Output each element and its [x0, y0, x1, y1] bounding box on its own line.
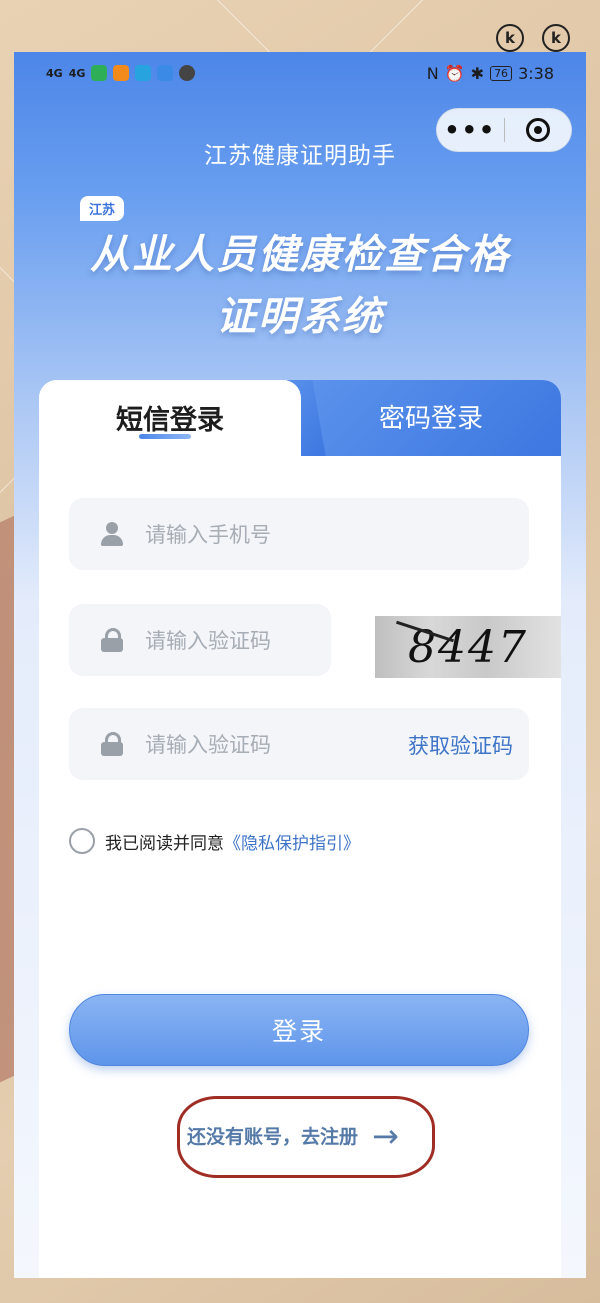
lock-icon [101, 628, 123, 652]
app-notification-icon [135, 65, 152, 81]
tab-password-login[interactable]: 密码登录 [301, 380, 561, 456]
tab-sms-login[interactable]: 短信登录 [39, 380, 301, 456]
tab-label: 短信登录 [116, 405, 224, 436]
arrow-right-icon: → [372, 1116, 399, 1155]
mini-program-capsule: ••• [436, 108, 572, 152]
hero-title: 从业人员健康检查合格 证明系统 [14, 224, 586, 348]
top-badges: k k [496, 24, 570, 52]
register-label: 还没有账号，去注册 [187, 1126, 359, 1148]
person-icon [101, 522, 123, 546]
login-tabs: 密码登录 短信登录 [39, 380, 561, 456]
agree-text: 我已阅读并同意 [105, 833, 224, 854]
privacy-link[interactable]: 《隐私保护指引》 [224, 829, 360, 854]
app-notification-icon [157, 65, 174, 81]
get-code-button[interactable]: 获取验证码 [408, 730, 513, 760]
close-button[interactable] [505, 118, 572, 142]
app-notification-icon [113, 65, 130, 81]
tab-label: 密码登录 [378, 404, 483, 434]
alarm-icon: ⏰ [444, 63, 465, 83]
signal-icon: 4G [68, 66, 86, 80]
signal-icon: 4G [46, 66, 63, 80]
captcha-image[interactable]: 8447 [375, 616, 561, 678]
k-badge-icon: k [496, 24, 524, 52]
sms-code-input[interactable]: 请输入验证码 获取验证码 [69, 708, 529, 780]
login-card: 密码登录 短信登录 请输入手机号 请输入验证码 8447 请输入验证码 获取验证… [39, 380, 561, 1278]
hero-line-2: 证明系统 [216, 294, 384, 340]
sms-placeholder: 请输入验证码 [145, 733, 271, 757]
login-button[interactable]: 登录 [69, 994, 529, 1066]
agree-radio[interactable] [69, 828, 95, 854]
close-circle-icon [525, 118, 550, 142]
agreement-row: 我已阅读并同意 《隐私保护指引》 [69, 828, 360, 854]
captcha-placeholder: 请输入验证码 [145, 629, 271, 653]
status-bar: 4G 4G N ⏰ ✱ 76 3:38 [14, 52, 586, 94]
battery-icon: 76 [490, 65, 513, 81]
title-row: 江苏健康证明助手 ••• [14, 94, 586, 169]
register-link[interactable]: 还没有账号，去注册 → [187, 1116, 399, 1155]
app-notification-icon [179, 65, 196, 81]
k-badge-icon: k [542, 24, 570, 52]
lock-icon [101, 732, 123, 756]
more-button[interactable]: ••• [437, 118, 504, 142]
bluetooth-icon: ✱ [470, 63, 485, 83]
nfc-icon: N [426, 63, 439, 83]
phone-placeholder: 请输入手机号 [145, 523, 271, 547]
region-tag: 江苏 [80, 196, 125, 221]
captcha-input[interactable]: 请输入验证码 [69, 604, 331, 676]
phone-screen: 4G 4G N ⏰ ✱ 76 3:38 江苏健康证明助手 ••• 江苏 从业人员… [14, 52, 586, 1278]
phone-input[interactable]: 请输入手机号 [69, 498, 529, 570]
hero-line-1: 从业人员健康检查合格 [90, 232, 510, 278]
tab-underline [139, 434, 191, 439]
clock-time: 3:38 [518, 63, 554, 83]
app-notification-icon [91, 65, 108, 81]
